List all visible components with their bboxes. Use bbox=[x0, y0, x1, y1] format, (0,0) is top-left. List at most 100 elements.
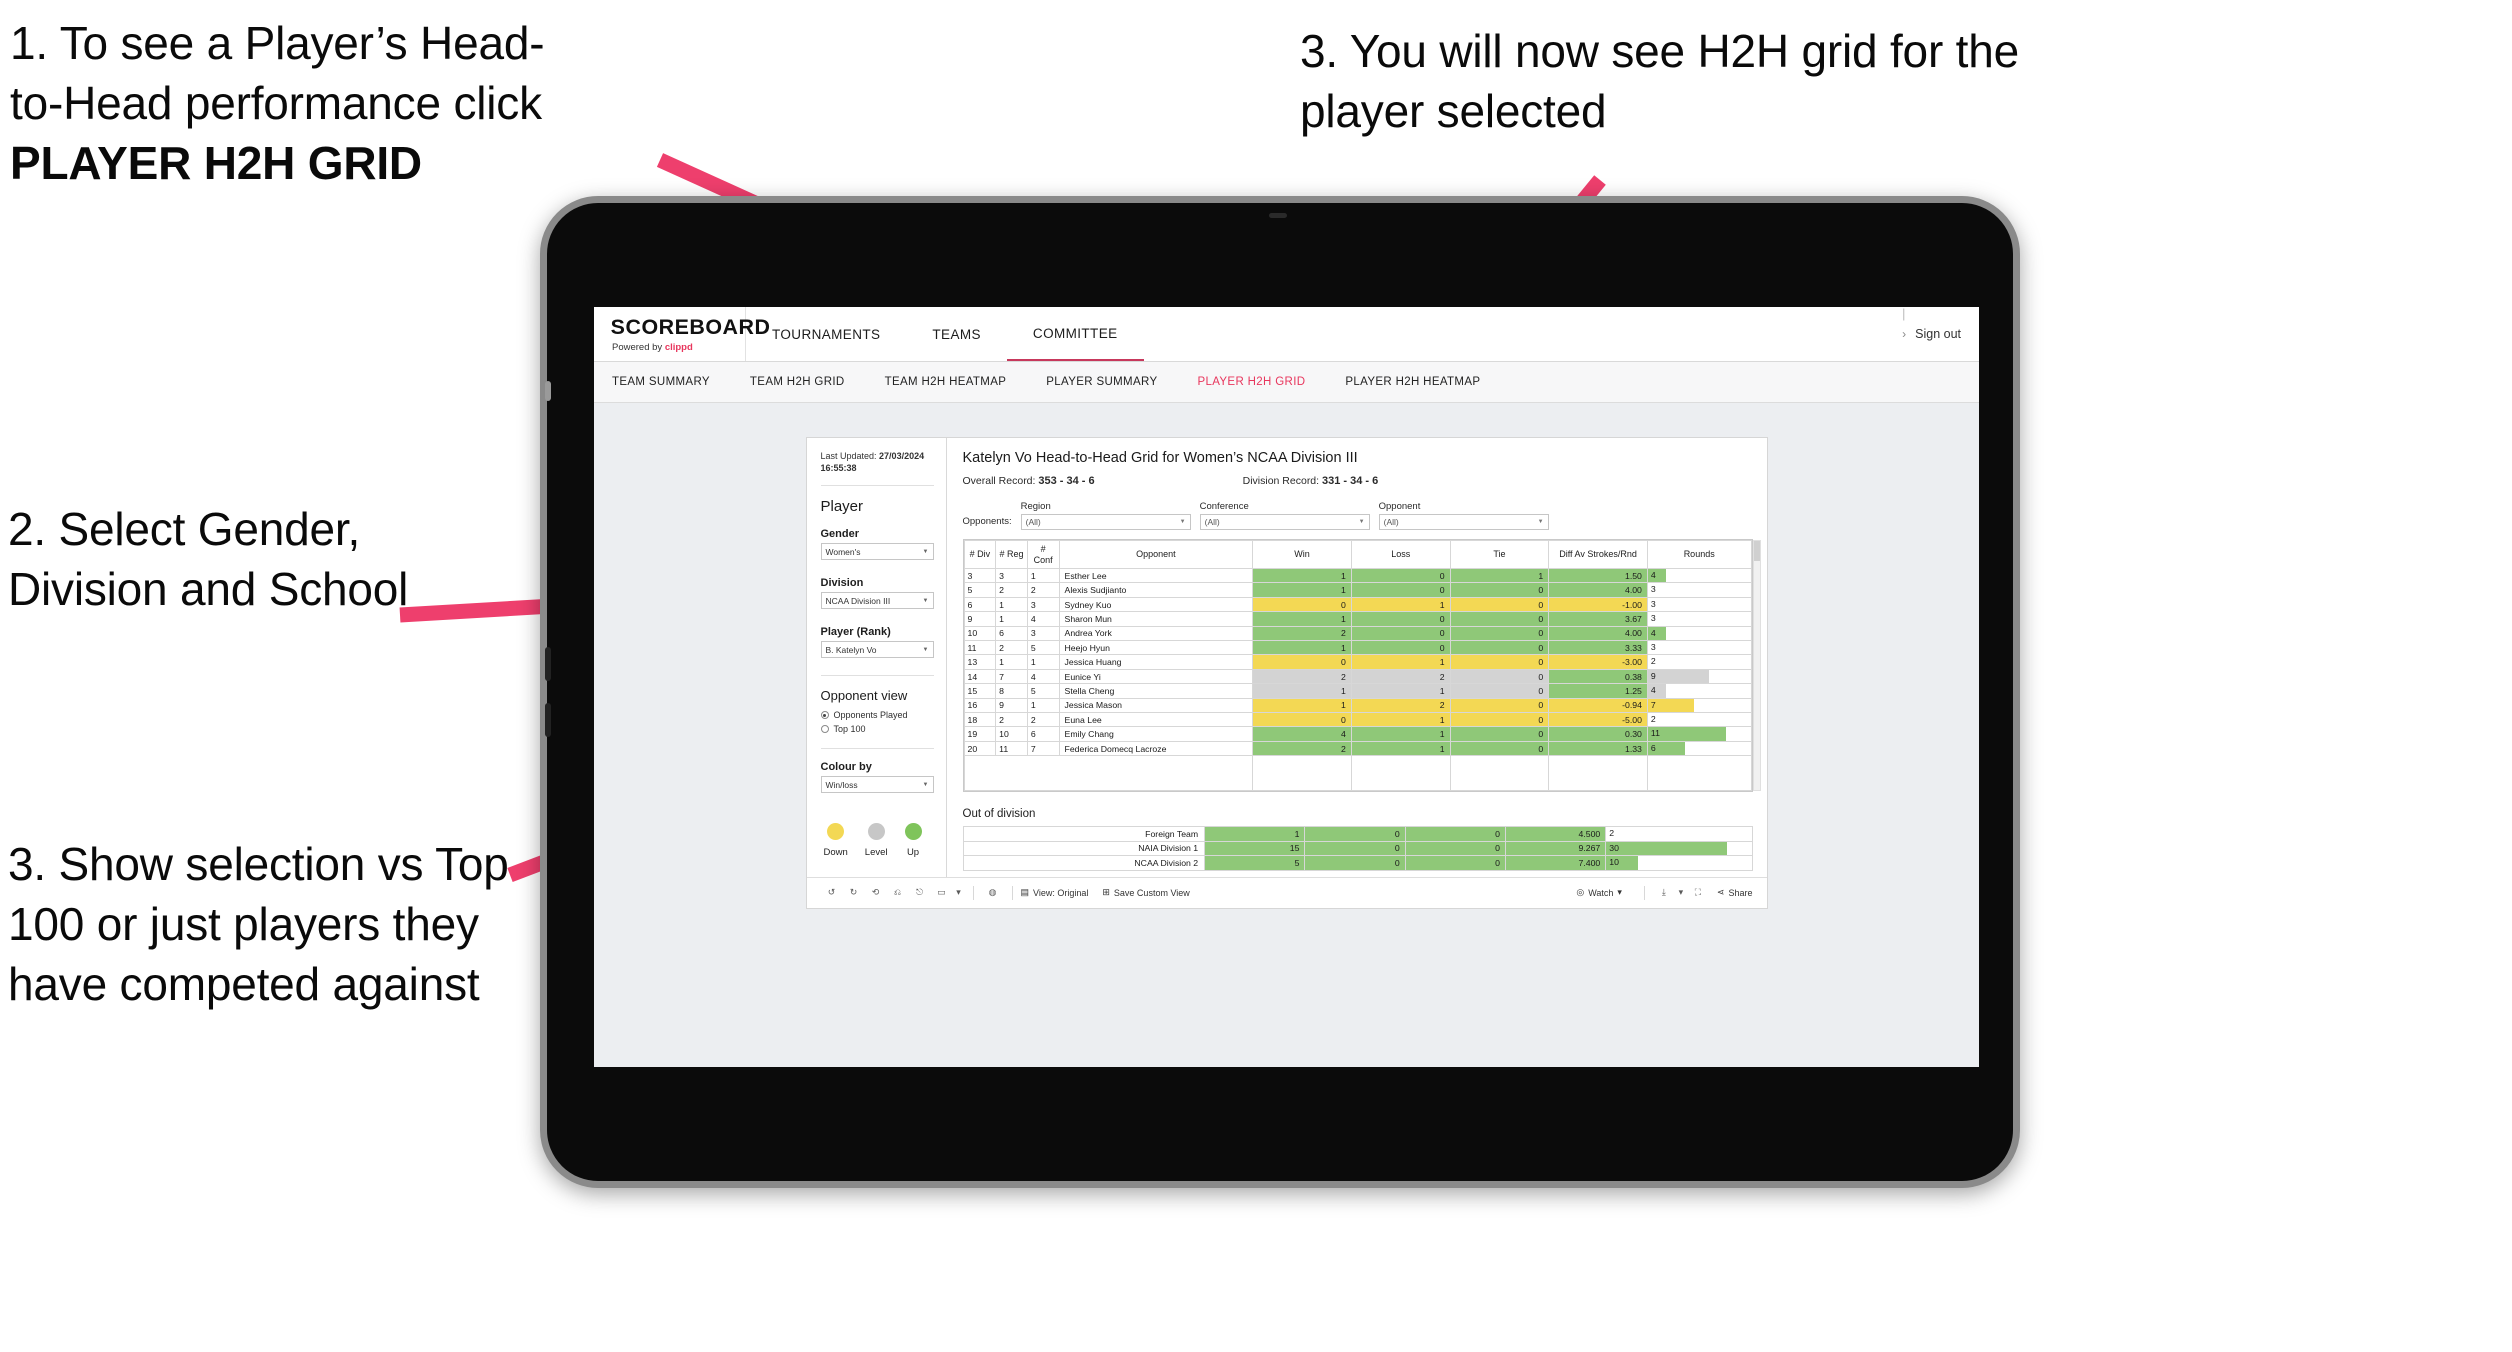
filter-region-select[interactable]: (All) ▼ bbox=[1020, 514, 1191, 530]
cell-label: NAIA Division 1 bbox=[962, 840, 1206, 857]
view-original-button[interactable]: ▤ View: Original bbox=[1021, 887, 1089, 898]
colour-by-select[interactable]: Win/loss ▼ bbox=[820, 776, 934, 794]
undo-icon[interactable]: ↺ bbox=[821, 882, 843, 904]
zoom-select-icon[interactable]: ▭ bbox=[931, 882, 953, 904]
highlight-icon[interactable]: ◍ bbox=[982, 882, 1004, 904]
subnav-team-h2h-grid[interactable]: TEAM H2H GRID bbox=[750, 376, 845, 388]
table-row[interactable]: 20 11 7 Federica Domecq Lacroze 2 1 0 1.33 6 bbox=[963, 740, 1752, 757]
subnav-team-summary[interactable]: TEAM SUMMARY bbox=[612, 376, 710, 388]
table-row[interactable]: 6 1 3 Sydney Kuo 0 1 0 -1.00 3 bbox=[963, 596, 1752, 613]
cell-loss: 0 bbox=[1350, 567, 1451, 584]
subnav-player-h2h-grid[interactable]: PLAYER H2H GRID bbox=[1197, 376, 1305, 388]
cell-div: 15 bbox=[963, 683, 997, 699]
filter-region-value: (All) bbox=[1025, 517, 1041, 527]
col-win: Win bbox=[1252, 540, 1352, 569]
cell-win: 0 bbox=[1252, 596, 1352, 613]
cell-rounds: 11 bbox=[1646, 726, 1752, 742]
filter-region-label: Region bbox=[1020, 501, 1051, 512]
filter-conference-select[interactable]: (All) ▼ bbox=[1199, 514, 1370, 530]
overall-record-value: 353 - 34 - 6 bbox=[1038, 475, 1095, 487]
out-of-division-row[interactable]: NAIA Division 1 15 0 0 9.267 30 bbox=[962, 840, 1753, 857]
player-rank-label: Player (Rank) bbox=[820, 626, 891, 639]
watch-button[interactable]: ◎ Watch ▾ bbox=[1576, 887, 1622, 898]
table-row[interactable]: 11 2 5 Heejo Hyun 1 0 0 3.33 3 bbox=[963, 640, 1752, 656]
table-row[interactable]: 10 6 3 Andrea York 2 0 0 4.00 4 bbox=[963, 625, 1752, 642]
h2h-grid-table-box: # Div # Reg # Conf Opponent Win Loss Tie… bbox=[962, 539, 1761, 793]
chevron-down-icon[interactable]: ▾ bbox=[953, 882, 965, 904]
redo-icon[interactable]: ↻ bbox=[843, 882, 865, 904]
save-custom-view-button[interactable]: ⊞ Save Custom View bbox=[1102, 887, 1189, 898]
table-row[interactable]: 13 1 1 Jessica Huang 0 1 0 -3.00 2 bbox=[963, 654, 1752, 670]
col-rounds: Rounds bbox=[1646, 540, 1752, 569]
save-custom-view-label: Save Custom View bbox=[1113, 887, 1190, 898]
filter-opponent-value: (All) bbox=[1383, 517, 1399, 527]
table-row[interactable]: 16 9 1 Jessica Mason 1 2 0 -0.94 7 bbox=[963, 697, 1752, 714]
col-div: # Div bbox=[963, 540, 997, 569]
view-original-label: View: Original bbox=[1033, 887, 1089, 898]
cell-win: 1 bbox=[1252, 611, 1352, 627]
player-rank-value: B. Katelyn Vo bbox=[825, 644, 877, 655]
player-rank-select[interactable]: B. Katelyn Vo ▼ bbox=[820, 641, 934, 659]
cell-opponent: Sharon Mun bbox=[1058, 611, 1254, 627]
table-row[interactable]: 9 1 4 Sharon Mun 1 0 0 3.67 3 bbox=[963, 611, 1752, 627]
subnav-team-h2h-heatmap[interactable]: TEAM H2H HEATMAP bbox=[885, 376, 1007, 388]
cell-div: 9 bbox=[963, 611, 997, 627]
cell-rounds: 7 bbox=[1646, 697, 1752, 714]
cell-conf: 2 bbox=[1026, 582, 1060, 598]
nav-committee[interactable]: COMMITTEE bbox=[1006, 307, 1144, 361]
share-button[interactable]: ⋖ Share bbox=[1717, 887, 1753, 898]
out-of-division-row[interactable]: Foreign Team 1 0 0 4.500 2 bbox=[962, 826, 1753, 842]
download-icon[interactable]: ⤓ bbox=[1653, 882, 1675, 904]
division-select[interactable]: NCAA Division III ▼ bbox=[820, 592, 934, 610]
fullscreen-icon[interactable]: ⛶ bbox=[1687, 882, 1709, 904]
subnav-player-summary[interactable]: PLAYER SUMMARY bbox=[1046, 376, 1157, 388]
cell-div: 5 bbox=[963, 582, 997, 598]
opponent-filters: Opponents: Region (All) ▼ Conference (Al… bbox=[963, 501, 1753, 530]
overall-record: Overall Record: 353 - 34 - 6 bbox=[963, 475, 1095, 487]
cell-div: 3 bbox=[963, 567, 997, 584]
table-row[interactable]: 5 2 2 Alexis Sudjianto 1 0 0 4.00 3 bbox=[963, 582, 1752, 598]
table-row[interactable]: 3 3 1 Esther Lee 1 0 1 1.50 4 bbox=[963, 567, 1752, 584]
table-scrollbar[interactable] bbox=[1752, 540, 1761, 792]
filter-opponent-select[interactable]: (All) ▼ bbox=[1378, 514, 1549, 530]
sign-out-link[interactable]: Sign out bbox=[1915, 327, 1961, 341]
cell-conf: 5 bbox=[1026, 683, 1060, 699]
table-row[interactable]: 14 7 4 Eunice Yi 2 2 0 0.38 9 bbox=[963, 668, 1752, 685]
divider bbox=[820, 485, 934, 487]
colour-by-value: Win/loss bbox=[825, 779, 858, 790]
radio-top-100[interactable]: Top 100 bbox=[820, 724, 934, 735]
sign-out-area[interactable]: › | Sign out bbox=[1902, 307, 1961, 361]
cell-opponent: Alexis Sudjianto bbox=[1058, 582, 1254, 598]
chevron-down-icon: ▼ bbox=[1537, 519, 1544, 525]
gender-select[interactable]: Women's ▼ bbox=[820, 543, 934, 561]
last-updated: Last Updated: 27/03/2024 16:55:38 bbox=[821, 450, 934, 474]
cell-reg: 1 bbox=[995, 654, 1028, 670]
brand-logo: SCOREBOARD Powered by clippd bbox=[594, 307, 770, 361]
cell-win: 0 bbox=[1252, 712, 1352, 728]
table-row[interactable]: 19 10 6 Emily Chang 4 1 0 0.30 11 bbox=[963, 726, 1752, 742]
cell-div: 16 bbox=[963, 697, 997, 714]
cell-reg: 9 bbox=[995, 697, 1028, 714]
table-row[interactable]: 15 8 5 Stella Cheng 1 1 0 1.25 4 bbox=[963, 683, 1752, 699]
powered-clippd: clippd bbox=[664, 341, 693, 353]
radio-opponents-played[interactable]: Opponents Played bbox=[820, 710, 934, 720]
cell-rounds: 10 bbox=[1605, 855, 1753, 871]
scrollbar-thumb[interactable] bbox=[1753, 541, 1760, 561]
legend-label-level: Level bbox=[864, 847, 888, 859]
nav-teams[interactable]: TEAMS bbox=[906, 307, 1007, 361]
radio-label-top-100: Top 100 bbox=[833, 724, 866, 735]
refresh-icon[interactable]: ⎌ bbox=[887, 882, 909, 904]
annotation-1-line-1: 1. To see a Player’s Head- bbox=[10, 17, 545, 69]
pause-updates-icon[interactable]: ⎋ bbox=[909, 882, 931, 904]
out-of-division-row[interactable]: NCAA Division 2 5 0 0 7.400 10 bbox=[962, 855, 1753, 871]
chevron-down-icon[interactable]: ▾ bbox=[1675, 882, 1687, 904]
cell-win: 1 bbox=[1252, 683, 1352, 699]
viz-wrapper: Last Updated: 27/03/2024 16:55:38 Player… bbox=[594, 403, 1979, 909]
subnav-player-h2h-heatmap[interactable]: PLAYER H2H HEATMAP bbox=[1345, 376, 1480, 388]
revert-icon[interactable]: ⟲ bbox=[865, 882, 887, 904]
cell-win: 4 bbox=[1252, 726, 1352, 742]
cell-diff: 1.50 bbox=[1548, 567, 1648, 584]
table-body: 3 3 1 Esther Lee 1 0 1 1.50 4 5 2 2 Alexis Sudjianto… bbox=[963, 567, 1752, 792]
annotation-step-3-left: 3. Show selection vs Top 100 or just pla… bbox=[8, 838, 509, 1010]
table-row[interactable]: 18 2 2 Euna Lee 0 1 0 -5.00 2 bbox=[963, 712, 1752, 728]
